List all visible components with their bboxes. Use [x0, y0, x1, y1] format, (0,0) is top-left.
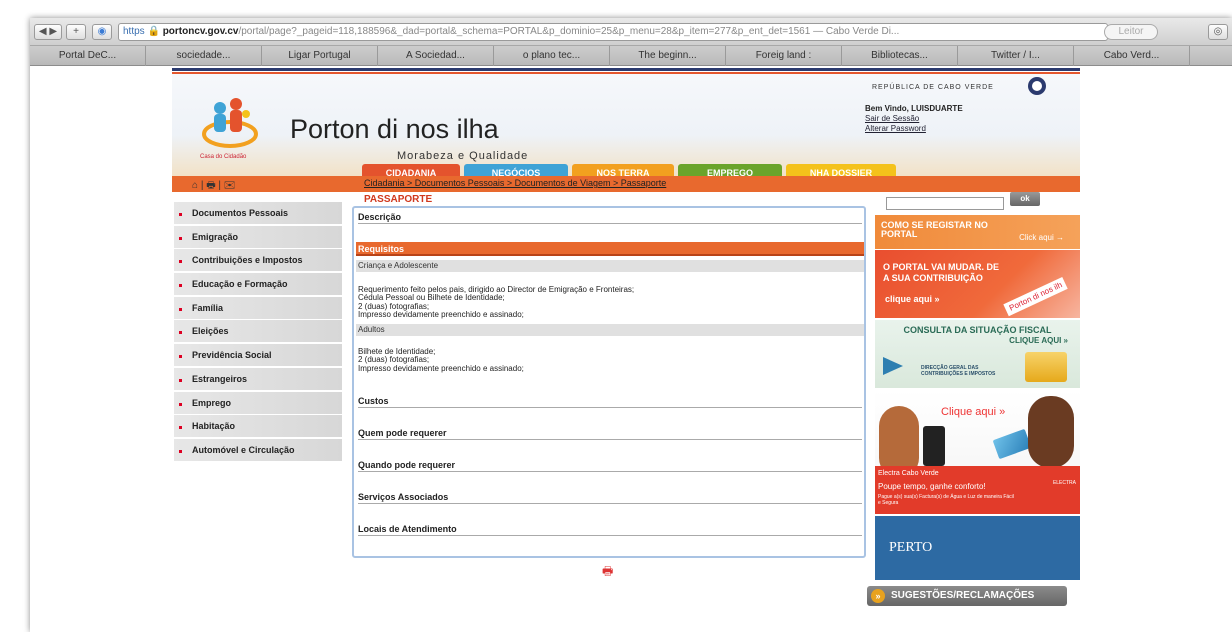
electra-logo: ELECTRA — [1052, 480, 1076, 486]
casa-do-cidadao-logo — [202, 98, 258, 148]
browser-tab[interactable]: o plano tec... — [494, 46, 610, 66]
tab-bar: Portal DeC... sociedade... Ligar Portugal A… — [30, 46, 1232, 66]
banner4-slogan: Poupe tempo, ganhe conforto! — [878, 482, 986, 491]
search-ok-button[interactable]: ok — [1010, 192, 1040, 206]
adultos-requirements: Bilhete de Identidade; 2 (duas) fotograf… — [358, 347, 524, 373]
https-label: https — [123, 26, 145, 37]
banner2-click: clique aqui » — [885, 294, 940, 304]
dgci-logo-icon — [883, 357, 903, 375]
banner3-org: DIRECÇÃO GERAL DAS CONTRIBUIÇÕES E IMPOS… — [921, 365, 996, 377]
section-requisitos[interactable]: Requisitos — [356, 242, 864, 256]
welcome-prefix: Bem Vindo, — [865, 104, 912, 113]
section-servicos-associados[interactable]: Serviços Associados — [358, 492, 862, 504]
requirement-line: Impresso devidamente preenchido e assina… — [358, 363, 524, 373]
browser-tab[interactable]: Twitter / I... — [958, 46, 1074, 66]
banner-perto[interactable]: PERTO — [875, 516, 1080, 580]
portal-page: Casa do Cidadão Porton di nos ilha Morab… — [172, 68, 1080, 632]
section-quem-pode-requerer[interactable]: Quem pode requerer — [358, 428, 862, 440]
page-title: PASSAPORTE — [364, 194, 433, 205]
breadcrumb-bar: ⌂ | 🖶 | ✉ Cidadania > Documentos Pessoai… — [172, 176, 1080, 192]
site-header: Casa do Cidadão Porton di nos ilha Morab… — [172, 74, 1080, 182]
section-custos[interactable]: Custos — [358, 396, 862, 408]
banner1-title: COMO SE REGISTAR NO PORTAL — [881, 220, 988, 239]
sidebar-menu: Documentos Pessoais Emigração Contribuiçõe… — [174, 202, 342, 463]
sidebar-item[interactable]: Documentos Pessoais — [174, 202, 342, 224]
sidebar-item[interactable]: Estrangeiros — [174, 367, 342, 390]
browser-tab[interactable]: A Sociedad... — [378, 46, 494, 66]
subsection-crianca: Criança e Adolescente — [356, 260, 864, 272]
banner3-click: CLIQUE AQUI » — [1009, 336, 1068, 345]
banner4-brand: Electra Cabo Verde — [878, 470, 939, 477]
breadcrumb[interactable]: Cidadania > Documentos Pessoais > Docume… — [364, 178, 666, 188]
banner2-title: O PORTAL VAI MUDAR. DE A SUA CONTRIBUIÇÃ… — [883, 262, 1000, 283]
sugestoes-label: SUGESTÕES/RECLAMAÇÕES — [891, 590, 1035, 601]
welcome-user: LUISDUARTE — [911, 104, 963, 113]
browser-tab[interactable]: Portal DeC... — [30, 46, 146, 66]
browser-tab[interactable]: Foreig land : — [726, 46, 842, 66]
sidebar-item[interactable]: Automóvel e Circulação — [174, 438, 342, 461]
banner4-line: Pague a(s) sua(s) Factura(s) de Água e L… — [878, 494, 1014, 506]
site-subtitle: Morabeza e Qualidade — [397, 150, 529, 162]
content-box: Descrição Requisitos Criança e Adolescen… — [352, 206, 866, 558]
banner-como-se-registar[interactable]: COMO SE REGISTAR NO PORTAL Click aqui → — [875, 215, 1080, 249]
coat-of-arms-icon — [1028, 77, 1046, 95]
browser-tab[interactable]: The beginn... — [610, 46, 726, 66]
banner3-title: CONSULTA DA SITUAÇÃO FISCAL — [903, 325, 1052, 335]
banner1-click: Click aqui → — [1019, 233, 1064, 242]
republica-label: REPÚBLICA DE CABO VERDE — [872, 84, 994, 91]
site-icon: ◉ — [92, 24, 112, 40]
section-quando-pode-requerer[interactable]: Quando pode requerer — [358, 460, 862, 472]
phone-image — [923, 426, 945, 466]
banner-electra[interactable]: Clique aqui » Electra Cabo Verde Poupe t… — [875, 390, 1080, 514]
home-print-mail-icons[interactable]: ⌂ | 🖶 | ✉ — [192, 178, 236, 195]
card-image — [992, 428, 1032, 460]
sidebar-item[interactable]: Educação e Formação — [174, 273, 342, 296]
sidebar-item[interactable]: Habitação — [174, 415, 342, 438]
browser-window: ◀ ▶ + ◉ https 🔒 portoncv.gov.cv/portal/p… — [30, 18, 1232, 632]
browser-tab[interactable]: Bibliotecas... — [842, 46, 958, 66]
url-host: portoncv.gov.cv — [162, 26, 239, 37]
sidebar-item[interactable]: Previdência Social — [174, 344, 342, 367]
banner4-click: Clique aqui » — [941, 406, 1006, 418]
banner-portal-vai-mudar[interactable]: O PORTAL VAI MUDAR. DE A SUA CONTRIBUIÇÃ… — [875, 250, 1080, 318]
sidebar-item[interactable]: Contribuições e Impostos — [174, 249, 342, 272]
person-image — [1028, 396, 1074, 468]
back-forward-button[interactable]: ◀ ▶ — [34, 24, 62, 40]
search-input[interactable] — [886, 197, 1004, 210]
change-password-link[interactable]: Alterar Password — [865, 124, 963, 134]
page-title-tail: — Cabo Verde Di... — [813, 26, 900, 37]
welcome-block: Bem Vindo, LUISDUARTE Sair de Sessão Alt… — [865, 104, 963, 134]
chevron-right-icon: » — [871, 589, 885, 603]
sidebar-item[interactable]: Emprego — [174, 391, 342, 414]
folder-icon — [1025, 352, 1067, 382]
subsection-adultos: Adultos — [356, 324, 864, 336]
section-descricao[interactable]: Descrição — [358, 212, 862, 224]
print-icon[interactable]: 🖶 — [602, 562, 613, 583]
section-locais-de-atendimento[interactable]: Locais de Atendimento — [358, 524, 862, 536]
browser-tab[interactable]: sociedade... — [146, 46, 262, 66]
browser-tab[interactable]: Cabo Verd... — [1074, 46, 1190, 66]
banner5-title: PERTO — [889, 540, 933, 555]
add-bookmark-button[interactable]: + — [66, 24, 86, 40]
sidebar-item[interactable]: Eleições — [174, 320, 342, 343]
logout-link[interactable]: Sair de Sessão — [865, 114, 963, 124]
address-bar[interactable]: https 🔒 portoncv.gov.cv/portal/page?_pag… — [118, 23, 1108, 41]
banner-consulta-fiscal[interactable]: CONSULTA DA SITUAÇÃO FISCAL CLIQUE AQUI … — [875, 320, 1080, 388]
sidebar-item[interactable]: Família — [174, 296, 342, 319]
sidebar-item[interactable]: Emigração — [174, 225, 342, 248]
browser-toolbar: ◀ ▶ + ◉ https 🔒 portoncv.gov.cv/portal/p… — [30, 18, 1232, 46]
sugestoes-button[interactable]: » SUGESTÕES/RECLAMAÇÕES — [867, 586, 1067, 606]
crianca-requirements: Requerimento feito pelos pais, dirigido … — [358, 285, 634, 320]
banner2-logo: Porton di nos ilh — [1003, 276, 1069, 317]
casa-do-cidadao-label: Casa do Cidadão — [200, 154, 247, 160]
url-path: /portal/page?_pageid=118,188596&_dad=por… — [238, 26, 811, 37]
reader-button[interactable]: Leitor — [1104, 24, 1158, 40]
requirement-line: Impresso devidamente preenchido e assina… — [358, 310, 524, 320]
site-title: Porton di nos ilha — [290, 114, 499, 144]
settings-icon[interactable]: ◎ — [1208, 24, 1228, 40]
browser-tab[interactable]: Ligar Portugal — [262, 46, 378, 66]
lock-icon: 🔒 — [147, 26, 160, 37]
